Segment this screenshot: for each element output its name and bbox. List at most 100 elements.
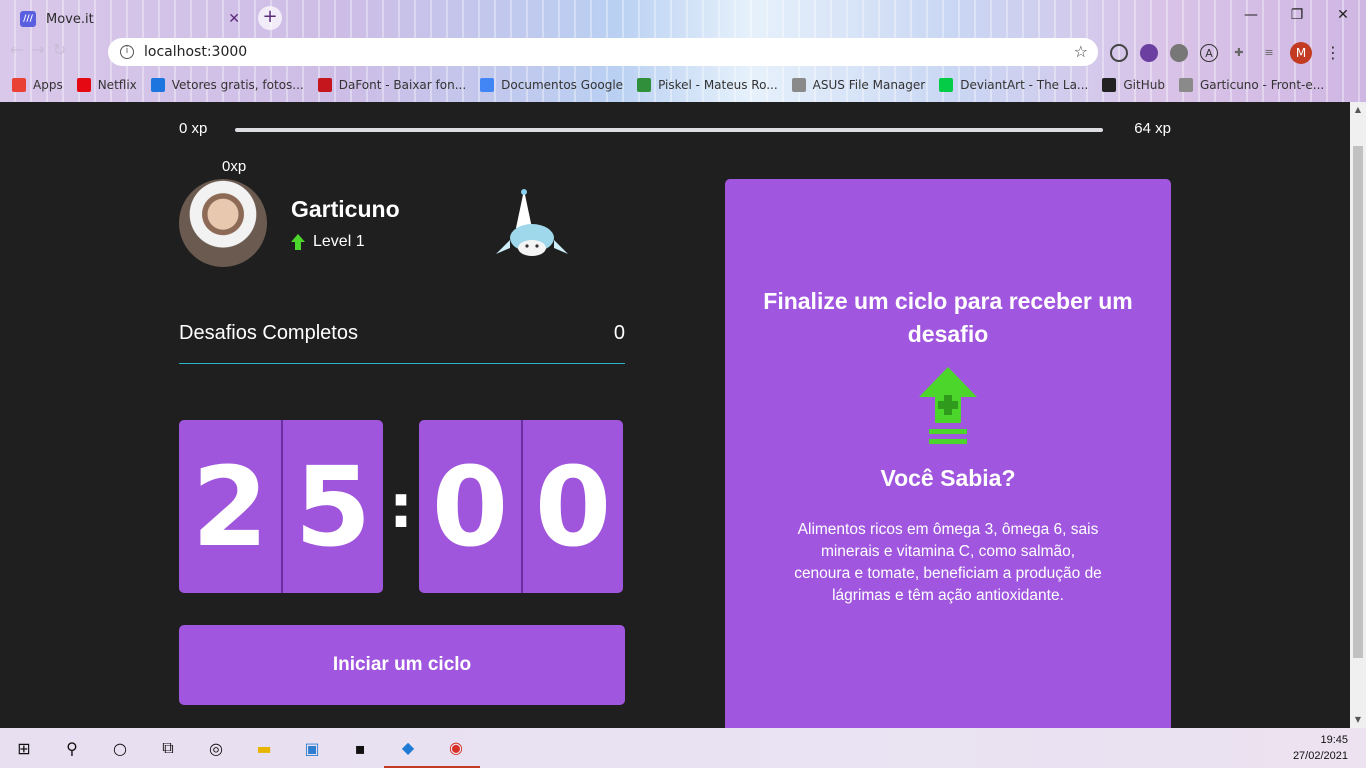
level-arrow-icon	[291, 233, 305, 250]
bookmark-item[interactable]: GitHub	[1102, 78, 1165, 92]
system-clock[interactable]: 19:45 27/02/2021	[1293, 732, 1348, 764]
control-panel-icon[interactable]: ▣	[288, 728, 336, 768]
challenges-count: 0	[613, 322, 625, 344]
page-content: 0 xp 64 xp 0xp Garticuno Level 1 Desafio…	[0, 102, 1350, 739]
back-icon[interactable]: ←	[10, 40, 23, 59]
cortana-icon[interactable]: ○	[96, 728, 144, 768]
seconds-panel: 0 0	[419, 420, 623, 593]
bookmarks-bar: Apps Netflix Vetores gratis, fotos... DaFon…	[12, 74, 1324, 96]
close-window-icon[interactable]: ✕	[1320, 0, 1366, 30]
extension-icon[interactable]: A	[1200, 44, 1218, 62]
extension-icon[interactable]	[1170, 44, 1188, 62]
profile-level: Level 1	[291, 233, 400, 251]
bookmark-label: DeviantArt - The La...	[960, 78, 1089, 92]
windows-taskbar: ⊞ ⚲ ○ ⧉ ◎ ▬ ▣ ▪ ◆ ◉ 19:45 27/02/2021	[0, 728, 1366, 768]
profile-name: Garticuno	[291, 195, 400, 222]
clock-date: 27/02/2021	[1292, 750, 1348, 762]
bookmark-item[interactable]: ASUS File Manager	[791, 78, 926, 92]
minutes-panel: 2 5	[179, 420, 383, 593]
challenge-card: Finalize um ciclo para receber um desafi…	[725, 179, 1171, 739]
bookmark-item[interactable]: Garticuno - Front-e...	[1178, 78, 1325, 92]
countdown-timer: 2 5 : 0 0	[179, 420, 625, 593]
restore-icon[interactable]: ❐	[1274, 0, 1320, 30]
bookmark-label: Apps	[33, 78, 63, 92]
bookmark-star-icon[interactable]: ☆	[1074, 42, 1088, 61]
bookmark-label: Netflix	[97, 78, 137, 92]
globe-icon	[1178, 78, 1193, 92]
bookmark-item[interactable]: Vetores gratis, fotos...	[150, 78, 304, 92]
bookmark-label: ASUS File Manager	[812, 78, 926, 92]
bookmark-label: Documentos Google	[501, 78, 624, 92]
browser-chrome: /// Move.it ✕ + — ❐ ✕ ← → ↻ i localhost:…	[0, 0, 1366, 102]
extensions-bar: A ✚ ≡ M ⋮	[1110, 42, 1342, 64]
browser-tab[interactable]: /// Move.it ✕	[8, 4, 248, 34]
forward-icon[interactable]: →	[31, 40, 44, 59]
bookmark-item[interactable]: Netflix	[76, 78, 137, 92]
bookmark-label: Piskel - Mateus Ro...	[658, 78, 778, 92]
scrollbar-thumb[interactable]	[1353, 146, 1363, 658]
freepik-icon	[150, 78, 165, 92]
navigation-buttons: ← → ↻	[10, 40, 66, 59]
scroll-down-icon[interactable]: ▼	[1350, 712, 1366, 728]
bookmark-item[interactable]: Piskel - Mateus Ro...	[637, 78, 778, 92]
level-up-icon	[919, 367, 977, 444]
challenge-card-title: Finalize um ciclo para receber um desafi…	[763, 288, 1133, 347]
search-icon[interactable]: ⚲	[48, 728, 96, 768]
completed-challenges: Desafios Completos 0	[179, 322, 625, 364]
time-separator: :	[389, 471, 413, 542]
bookmark-label: GitHub	[1123, 78, 1165, 92]
bookmark-item[interactable]: DaFont - Baixar fon...	[317, 78, 466, 92]
ghost-mascot-icon	[496, 189, 568, 256]
reload-icon[interactable]: ↻	[53, 40, 66, 59]
bookmark-item[interactable]: Documentos Google	[480, 78, 623, 92]
profile-avatar[interactable]: M	[1290, 42, 1312, 64]
new-tab-button[interactable]: +	[258, 6, 282, 30]
move-it-favicon-icon: ///	[20, 11, 36, 27]
xp-current-label: 0xp	[222, 158, 247, 175]
file-explorer-icon[interactable]: ▬	[240, 728, 288, 768]
deviantart-icon	[939, 78, 954, 92]
minutes-digit: 5	[281, 420, 383, 593]
clock-time: 19:45	[1320, 734, 1348, 746]
avatar	[179, 179, 267, 267]
disc-app-icon[interactable]: ◎	[192, 728, 240, 768]
vscode-icon[interactable]: ◆	[384, 728, 432, 768]
tab-title: Move.it	[46, 11, 94, 27]
task-view-icon[interactable]: ⧉	[144, 728, 192, 768]
globe-icon	[791, 78, 806, 92]
start-cycle-button[interactable]: Iniciar um ciclo	[179, 625, 625, 705]
site-info-icon[interactable]: i	[120, 45, 134, 59]
terminal-icon[interactable]: ▪	[336, 728, 384, 768]
dafont-icon	[317, 78, 332, 92]
page-scrollbar[interactable]: ▲ ▼	[1350, 102, 1366, 728]
github-icon	[1102, 78, 1117, 92]
challenges-label: Desafios Completos	[179, 322, 358, 344]
minutes-digit: 2	[191, 442, 269, 571]
seconds-digit: 0	[431, 442, 509, 571]
blocker-extension-icon[interactable]	[1110, 44, 1128, 62]
challenge-card-text: Alimentos ricos em ômega 3, ômega 6, sai…	[794, 521, 1102, 604]
bookmark-label: Vetores gratis, fotos...	[171, 78, 304, 92]
piskel-icon	[637, 78, 652, 92]
menu-dots-icon[interactable]: ⋮	[1324, 44, 1342, 62]
scroll-up-icon[interactable]: ▲	[1350, 102, 1366, 118]
window-controls: — ❐ ✕	[1228, 0, 1366, 30]
address-bar[interactable]: i localhost:3000 ☆	[108, 38, 1098, 66]
bookmark-label: Garticuno - Front-e...	[1199, 78, 1325, 92]
minimize-icon[interactable]: —	[1228, 0, 1274, 30]
challenge-card-subtitle: Você Sabia?	[880, 465, 1016, 491]
xp-min-label: 0 xp	[179, 120, 208, 137]
windows-start-icon[interactable]: ⊞	[0, 728, 48, 768]
bookmark-item[interactable]: Apps	[12, 78, 63, 92]
puzzle-extensions-icon[interactable]: ✚	[1230, 44, 1248, 62]
extension-icon[interactable]	[1140, 44, 1158, 62]
experience-bar: 0 xp 64 xp 0xp	[179, 120, 1171, 175]
chrome-icon[interactable]: ◉	[432, 728, 480, 768]
profile: Garticuno Level 1	[179, 179, 400, 267]
reading-list-icon[interactable]: ≡	[1260, 44, 1278, 62]
url-text: localhost:3000	[144, 44, 248, 60]
google-docs-icon	[480, 78, 495, 92]
bookmark-item[interactable]: DeviantArt - The La...	[939, 78, 1088, 92]
level-label: Level 1	[313, 232, 365, 250]
close-tab-icon[interactable]: ✕	[228, 11, 240, 27]
